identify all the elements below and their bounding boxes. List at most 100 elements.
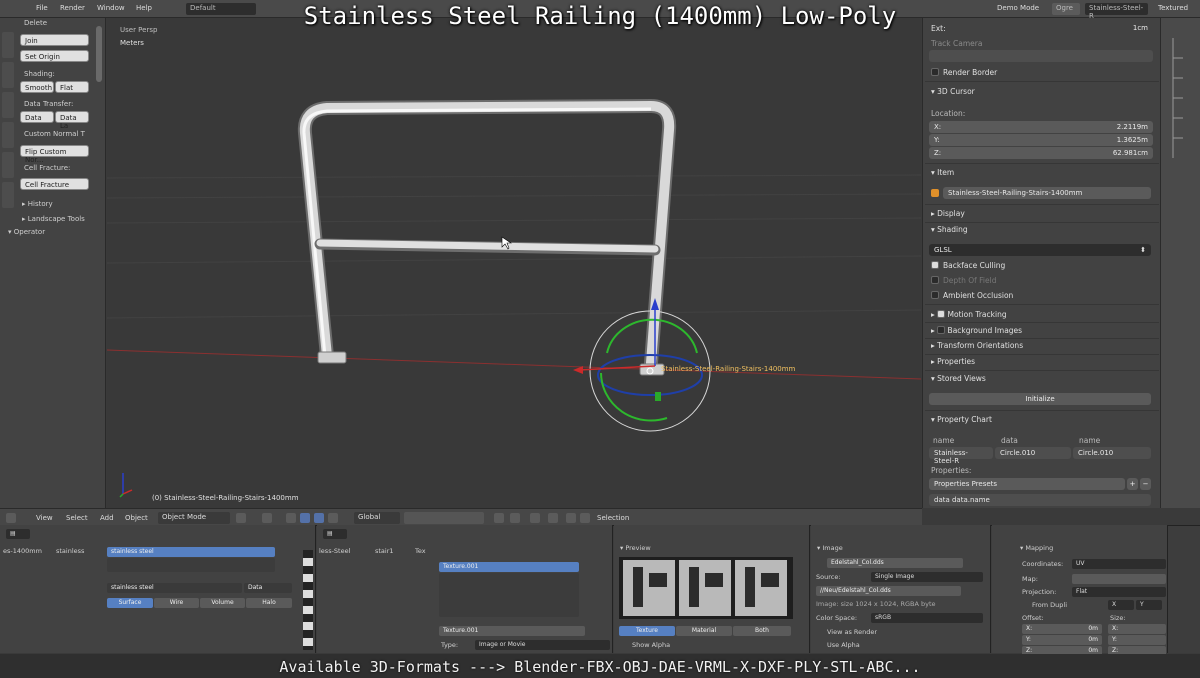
add-menu[interactable]: Add [100,514,114,522]
item-panel-header[interactable]: ▾ Item [931,168,954,177]
join-button[interactable]: Join [20,34,89,46]
flat-button[interactable]: Flat [55,81,89,93]
tab-volume[interactable]: Volume [200,598,245,608]
pivot-point-icon[interactable] [510,513,520,523]
preview-tab-both[interactable]: Both [733,626,791,636]
image-file-field[interactable]: Edelstahl_Col.dds [827,558,963,568]
shading-icon[interactable] [236,513,246,523]
select-menu[interactable]: Select [66,514,88,522]
from-dupli-checkbox[interactable]: From Dupli [1032,601,1067,609]
uv-map-field[interactable] [1072,574,1166,584]
view-menu[interactable]: View [36,514,53,522]
chart-row-data[interactable]: Circle.010 [995,447,1071,459]
texture-type-select[interactable]: Image or Movie [475,640,610,650]
mode-selector[interactable]: Object Mode [158,512,230,524]
ext-value[interactable]: 1cm [929,22,1153,34]
chart-row-name[interactable]: Circle.010 [1073,447,1151,459]
view-as-render-checkbox[interactable]: View as Render [827,628,877,636]
item-name-field[interactable]: Stainless-Steel-Railing-Stairs-1400mm [943,187,1151,199]
3d-viewport[interactable]: User Persp Meters Stainless-Steel-Railin… [107,18,921,508]
preview-tab-material[interactable]: Material [676,626,732,636]
outliner-region[interactable] [1160,18,1200,508]
layers-grid[interactable] [404,512,484,524]
lock-icon[interactable] [494,513,504,523]
offset-x-field[interactable]: X: 0m [1022,624,1102,634]
tab-wire[interactable]: Wire [154,598,199,608]
tab-surface[interactable]: Surface [107,598,153,608]
properties-panel[interactable]: ▸ Properties [931,357,975,366]
stored-views-panel[interactable]: ▾ Stored Views [931,374,986,383]
tab-physics[interactable] [2,152,14,178]
tab-animation[interactable] [2,122,14,148]
shading-mode-select[interactable]: GLSL ⬍ [929,244,1151,256]
landscape-tools-panel[interactable]: ▸ Landscape Tools [22,215,85,223]
material-editor-type[interactable]: ▤ [6,529,30,539]
image-path-field[interactable]: //Neu/Edelstahl_Col.dds [816,586,961,596]
rotate-icon[interactable] [314,513,324,523]
render-anim-icon[interactable] [580,513,590,523]
pivot-icon[interactable] [262,513,272,523]
display-panel-header[interactable]: ▸ Display [931,209,965,218]
transform-orientations-panel[interactable]: ▸ Transform Orientations [931,341,1023,350]
snap-target-icon[interactable] [548,513,558,523]
manipulator-icon[interactable] [286,513,296,523]
cursor-z-field[interactable]: Z: 62.981cm [929,147,1153,159]
size-y-field[interactable]: Y: [1108,635,1166,645]
material-name-field[interactable]: stainless steel [107,583,242,593]
data-name-field[interactable]: data data.name [929,494,1151,506]
show-alpha-label[interactable]: Show Alpha [632,641,670,649]
texture-slot[interactable]: Texture.001 [439,562,579,572]
coordinates-select[interactable]: UV [1072,559,1166,569]
flip-custom-normals-button[interactable]: Flip Custom Nor... [20,145,89,164]
motion-tracking-panel[interactable]: ▸ Motion Tracking [931,309,1007,319]
shading-panel-header[interactable]: ▾ Shading [931,225,968,234]
track-camera-field[interactable] [929,50,1153,62]
render-border-checkbox[interactable] [931,68,939,76]
properties-presets-select[interactable]: Properties Presets [929,478,1125,490]
cell-fracture-button[interactable]: Cell Fracture [20,178,89,190]
editor-type-icon[interactable] [6,513,16,523]
depth-of-field-checkbox[interactable] [931,276,939,284]
tab-halo[interactable]: Halo [246,598,292,608]
source-select[interactable]: Single Image [871,572,983,582]
operator-panel[interactable]: ▾ Operator [8,228,45,236]
axis-x-select[interactable]: X [1108,600,1134,610]
toolshelf-scrollbar[interactable] [96,26,102,82]
property-chart-panel[interactable]: ▾ Property Chart [931,415,992,424]
axis-y-select[interactable]: Y [1136,600,1162,610]
object-menu[interactable]: Object [125,514,148,522]
offset-y-field[interactable]: Y: 0m [1022,635,1102,645]
initialize-button[interactable]: Initialize [929,393,1151,405]
material-slot[interactable]: stainless steel [107,547,275,557]
data-button[interactable]: Data [20,111,54,123]
add-preset-button[interactable]: + [1127,478,1138,490]
tab-grease-pencil[interactable] [2,182,14,208]
preview-tab-texture[interactable]: Texture [619,626,675,636]
tab-relations[interactable] [2,92,14,118]
remove-preset-button[interactable]: − [1140,478,1151,490]
snap-icon[interactable] [530,513,540,523]
texture-name-field[interactable]: Texture.001 [439,626,585,636]
use-alpha-checkbox[interactable]: Use Alpha [827,641,860,649]
ambient-occlusion-checkbox[interactable] [931,291,939,299]
translate-icon[interactable] [300,513,310,523]
chart-row-object[interactable]: Stainless-Steel-R [929,447,993,465]
texture-editor-type[interactable]: ▤ [323,529,347,539]
material-slot-list[interactable] [107,558,275,572]
cursor-panel-header[interactable]: ▾ 3D Cursor [931,87,975,96]
render-icon[interactable] [566,513,576,523]
set-origin-button[interactable]: Set Origin [20,50,89,62]
scale-icon[interactable] [328,513,338,523]
background-images-panel[interactable]: ▸ Background Images [931,325,1022,335]
material-data-select[interactable]: Data [244,583,292,593]
smooth-button[interactable]: Smooth [20,81,54,93]
data-layout-button[interactable]: Data La [55,111,89,130]
cursor-y-field[interactable]: Y: 1.3625m [929,134,1153,146]
color-space-select[interactable]: sRGB [871,613,983,623]
cursor-x-field[interactable]: X: 2.2119m [929,121,1153,133]
texture-slot-list[interactable] [439,573,579,617]
backface-culling-checkbox[interactable] [931,261,939,269]
tab-tools[interactable] [2,32,14,58]
tab-create[interactable] [2,62,14,88]
history-panel[interactable]: ▸ History [22,200,53,208]
